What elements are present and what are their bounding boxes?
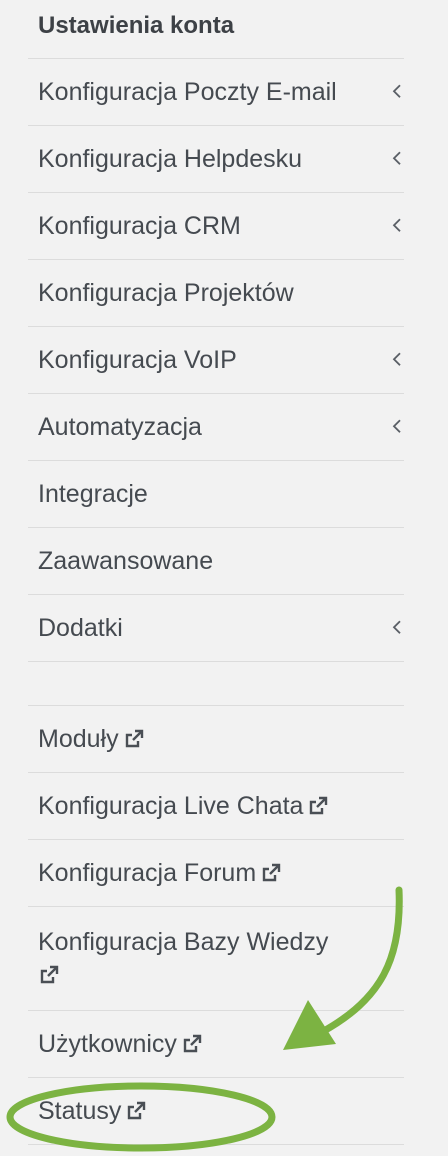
external-link-icon: [183, 1034, 202, 1053]
menu-item-live-chat-config[interactable]: Konfiguracja Live Chata: [28, 773, 404, 840]
menu-item-projects-config[interactable]: Konfiguracja Projektów: [28, 260, 404, 327]
chevron-left-icon: [392, 218, 401, 232]
menu-item-label: Konfiguracja Poczty E-mail: [38, 77, 337, 106]
external-link-icon: [310, 796, 328, 815]
menu-spacer: [28, 662, 404, 706]
menu-item-helpdesk-config[interactable]: Konfiguracja Helpdesku: [28, 126, 404, 193]
menu-item-email-config[interactable]: Konfiguracja Poczty E-mail: [28, 59, 404, 126]
menu-item-modules[interactable]: Moduły: [28, 706, 404, 773]
menu-item-addons[interactable]: Dodatki: [28, 595, 404, 662]
menu-item-forum-config[interactable]: Konfiguracja Forum: [28, 840, 404, 907]
menu-item-statuses[interactable]: Statusy: [28, 1078, 404, 1145]
menu-header: Ustawienia konta: [28, 0, 404, 59]
settings-menu: Ustawienia konta Konfiguracja Poczty E-m…: [28, 0, 404, 1145]
menu-item-label: Konfiguracja VoIP: [38, 345, 237, 374]
menu-item-advanced[interactable]: Zaawansowane: [28, 528, 404, 595]
menu-item-label: Użytkownicy: [38, 1029, 177, 1058]
menu-item-label: Statusy: [38, 1096, 122, 1125]
menu-item-label: Automatyzacja: [38, 412, 202, 441]
menu-item-label: Zaawansowane: [38, 546, 214, 575]
menu-item-voip-config[interactable]: Konfiguracja VoIP: [28, 327, 404, 394]
menu-item-label: Dodatki: [38, 613, 123, 642]
menu-item-label: Konfiguracja Helpdesku: [38, 144, 303, 173]
external-link-icon: [262, 863, 281, 882]
menu-item-label: Integracje: [38, 479, 148, 508]
menu-item-label-wrap: Konfiguracja Bazy Wiedzy: [38, 925, 328, 993]
external-link-icon: [125, 729, 143, 748]
chevron-left-icon: [392, 620, 401, 634]
menu-item-label: Konfiguracja Bazy Wiedzy: [38, 928, 329, 956]
menu-item-label: Konfiguracja Live Chata: [38, 791, 304, 820]
menu-item-users[interactable]: Użytkownicy: [28, 1011, 404, 1078]
menu-item-label: Konfiguracja Projektów: [38, 278, 294, 307]
external-link-icon: [128, 1101, 146, 1120]
chevron-left-icon: [392, 151, 401, 165]
menu-item-label: Konfiguracja Forum: [38, 858, 257, 887]
menu-item-label: Moduły: [38, 724, 119, 753]
chevron-left-icon: [392, 352, 401, 366]
chevron-left-icon: [392, 84, 401, 98]
menu-item-crm-config[interactable]: Konfiguracja CRM: [28, 193, 404, 260]
chevron-left-icon: [392, 419, 401, 433]
menu-item-label: Konfiguracja CRM: [38, 211, 241, 240]
menu-item-integrations[interactable]: Integracje: [28, 461, 404, 528]
menu-item-knowledge-base-config[interactable]: Konfiguracja Bazy Wiedzy: [28, 907, 404, 1011]
menu-item-automation[interactable]: Automatyzacja: [28, 394, 404, 461]
external-link-icon: [40, 965, 59, 984]
